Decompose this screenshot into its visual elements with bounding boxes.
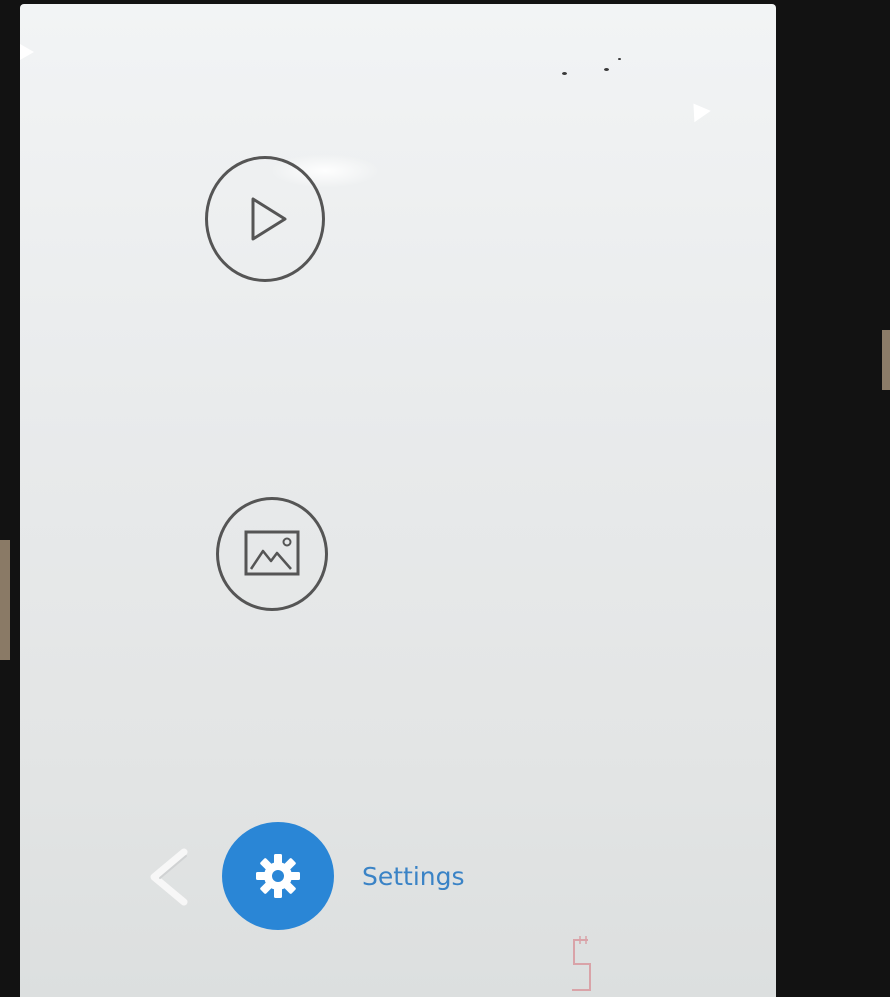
gallery-button[interactable] [216, 497, 328, 611]
gear-icon [256, 854, 300, 898]
reflection-mark [572, 936, 591, 991]
device-frame: Settings [0, 0, 890, 997]
background-edge-right [882, 330, 890, 390]
play-icon [251, 197, 287, 241]
background-edge-left [0, 540, 10, 660]
screen-glare-corner [20, 44, 34, 60]
chevron-left-icon[interactable] [140, 842, 196, 912]
image-icon [244, 530, 300, 576]
smudge [604, 68, 609, 71]
smudge [618, 58, 621, 60]
screen-smudges [560, 54, 640, 84]
screen-glare-right [685, 97, 711, 123]
device-screen: Settings [20, 4, 776, 997]
settings-button[interactable] [222, 822, 334, 930]
smudge [562, 72, 567, 75]
play-button[interactable] [205, 156, 325, 282]
settings-label[interactable]: Settings [362, 862, 465, 891]
settings-row: Settings [140, 822, 520, 932]
